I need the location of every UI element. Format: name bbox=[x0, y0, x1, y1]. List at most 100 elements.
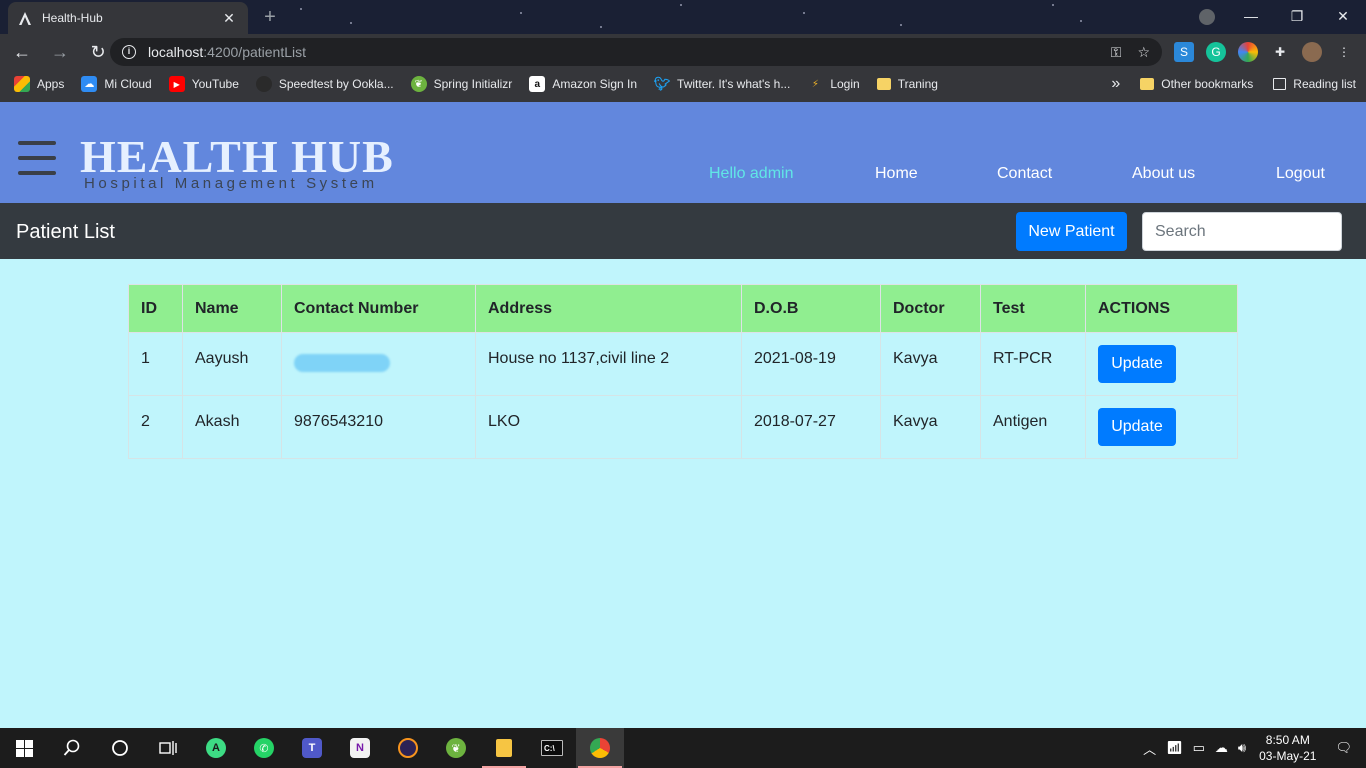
file-explorer-icon[interactable] bbox=[480, 728, 528, 768]
bookmark-item[interactable]: Traning bbox=[876, 77, 938, 91]
bookmark-item[interactable]: ⚡ Login bbox=[807, 76, 860, 92]
onenote-icon[interactable]: N bbox=[336, 728, 384, 768]
bookmark-label: Login bbox=[830, 77, 860, 91]
speedtest-icon bbox=[255, 76, 272, 92]
cell-name: Akash bbox=[182, 395, 282, 459]
bookmark-item[interactable]: Speedtest by Ookla... bbox=[255, 76, 394, 92]
bookmark-star-icon[interactable]: ☆ bbox=[1137, 44, 1150, 61]
browser-toolbar: ← → ↻ i localhost:4200/patientList ⚿ ☆ bbox=[0, 34, 1366, 70]
task-view-icon[interactable] bbox=[144, 728, 192, 768]
profile-avatar-icon[interactable] bbox=[1302, 42, 1322, 62]
youtube-icon: ▶ bbox=[168, 76, 185, 92]
bookmark-item[interactable]: Apps bbox=[14, 76, 64, 92]
new-tab-button[interactable]: + bbox=[258, 6, 282, 30]
wifi-icon[interactable]: 📶︎ bbox=[1166, 740, 1183, 756]
update-button[interactable]: Update bbox=[1098, 345, 1176, 383]
taskbar-clock[interactable]: 8:50 AM 03-May-21 bbox=[1259, 732, 1316, 764]
bookmark-label: Traning bbox=[897, 77, 938, 91]
bookmark-item[interactable]: 🐦︎ Twitter. It's what's h... bbox=[654, 76, 791, 92]
close-window-icon[interactable]: ✕ bbox=[1320, 0, 1366, 32]
folder-icon bbox=[876, 78, 891, 90]
folder-icon bbox=[1140, 78, 1155, 90]
system-tray: ︿ 📶︎ ▭ ☁ 🔊︎ 8:50 AM 03-May-21 🗨︎ bbox=[1138, 728, 1366, 768]
spring-tool-suite-icon[interactable]: ❦ bbox=[432, 728, 480, 768]
eclipse-icon[interactable] bbox=[384, 728, 432, 768]
extensions-puzzle-icon[interactable]: ✚ bbox=[1270, 42, 1290, 62]
bookmark-item[interactable]: ▶ YouTube bbox=[168, 76, 239, 92]
cell-name: Aayush bbox=[182, 332, 282, 396]
angular-favicon-icon bbox=[18, 11, 32, 25]
table-header-row: ID Name Contact Number Address D.O.B Doc… bbox=[128, 284, 1238, 333]
column-header-name: Name bbox=[182, 284, 282, 333]
cell-address: House no 1137,civil line 2 bbox=[475, 332, 742, 396]
cell-doctor: Kavya bbox=[880, 395, 981, 459]
column-header-dob: D.O.B bbox=[741, 284, 881, 333]
hamburger-menu-icon[interactable] bbox=[18, 139, 56, 177]
amazon-icon: a bbox=[529, 76, 546, 92]
whatsapp-icon[interactable]: ✆ bbox=[240, 728, 288, 768]
window-controls: — ❐ ✕ bbox=[1228, 0, 1366, 32]
android-studio-icon[interactable]: A bbox=[192, 728, 240, 768]
windows-taskbar: A ✆ T N ❦ C:\ ︿ 📶︎ ▭ ☁ 🔊︎ 8:50 AM 03-May… bbox=[0, 728, 1366, 768]
skype-extension-icon[interactable]: S bbox=[1174, 42, 1194, 62]
bookmark-item[interactable]: a Amazon Sign In bbox=[529, 76, 637, 92]
search-icon[interactable] bbox=[48, 728, 96, 768]
column-header-address: Address bbox=[475, 284, 742, 333]
nav-home[interactable]: Home bbox=[875, 165, 918, 183]
table-row: 2 Akash 9876543210 LKO 2018-07-27 Kavya … bbox=[128, 395, 1238, 459]
cell-actions: Update bbox=[1085, 332, 1238, 396]
tab-close-icon[interactable]: ✕ bbox=[220, 9, 238, 27]
show-hidden-icons-icon[interactable]: ︿ bbox=[1143, 739, 1156, 758]
browser-tab-strip: Health-Hub ✕ + — ❐ ✕ bbox=[0, 0, 1366, 34]
cell-contact-redacted bbox=[281, 332, 476, 396]
bookmark-item[interactable]: ❦ Spring Initializr bbox=[410, 76, 512, 92]
cell-actions: Update bbox=[1085, 395, 1238, 459]
address-bar[interactable]: i localhost:4200/patientList ⚿ ☆ bbox=[110, 38, 1162, 66]
command-prompt-icon[interactable]: C:\ bbox=[528, 728, 576, 768]
page-title: Patient List bbox=[16, 221, 115, 243]
tab-search-icon[interactable] bbox=[1199, 9, 1215, 25]
chrome-taskbar-icon[interactable] bbox=[576, 728, 624, 768]
notifications-icon[interactable]: 🗨︎ bbox=[1335, 740, 1352, 756]
nav-about-us[interactable]: About us bbox=[1132, 165, 1195, 183]
patient-table: ID Name Contact Number Address D.O.B Doc… bbox=[128, 284, 1238, 459]
teams-icon[interactable]: T bbox=[288, 728, 336, 768]
cortana-icon[interactable] bbox=[96, 728, 144, 768]
battery-icon[interactable]: ▭ bbox=[1193, 740, 1205, 756]
search-input[interactable] bbox=[1142, 212, 1342, 251]
forward-icon[interactable]: → bbox=[44, 38, 76, 66]
cell-dob: 2018-07-27 bbox=[741, 395, 881, 459]
reading-list-label: Reading list bbox=[1293, 77, 1356, 91]
column-header-test: Test bbox=[980, 284, 1086, 333]
volume-icon[interactable]: 🔊︎ bbox=[1238, 740, 1246, 756]
browser-tab-active[interactable]: Health-Hub ✕ bbox=[8, 2, 248, 34]
apps-grid-icon bbox=[14, 76, 30, 92]
column-header-actions: ACTIONS bbox=[1085, 284, 1238, 333]
chrome-menu-icon[interactable]: ⋮ bbox=[1334, 42, 1354, 62]
reading-list[interactable]: Reading list bbox=[1273, 77, 1356, 91]
nav-hello-admin[interactable]: Hello admin bbox=[709, 165, 793, 183]
restore-icon[interactable]: ❐ bbox=[1274, 0, 1320, 32]
password-key-icon[interactable]: ⚿ bbox=[1111, 44, 1122, 61]
nav-logout[interactable]: Logout bbox=[1276, 165, 1325, 183]
bookmarks-overflow-icon[interactable]: » bbox=[1111, 75, 1120, 93]
site-info-icon[interactable]: i bbox=[122, 45, 136, 59]
update-button[interactable]: Update bbox=[1098, 408, 1176, 446]
cell-doctor: Kavya bbox=[880, 332, 981, 396]
windows-start-icon[interactable] bbox=[0, 728, 48, 768]
column-header-id: ID bbox=[128, 284, 183, 333]
tab-title: Health-Hub bbox=[42, 11, 103, 25]
minimize-icon[interactable]: — bbox=[1228, 0, 1274, 32]
new-patient-button[interactable]: New Patient bbox=[1016, 212, 1127, 251]
cell-id: 1 bbox=[128, 332, 183, 396]
back-icon[interactable]: ← bbox=[6, 38, 38, 66]
bookmark-item[interactable]: ☁ Mi Cloud bbox=[81, 76, 152, 92]
other-bookmarks[interactable]: Other bookmarks bbox=[1140, 77, 1253, 91]
nav-contact[interactable]: Contact bbox=[997, 165, 1052, 183]
brand-subtitle: Hospital Management System bbox=[84, 175, 378, 192]
onedrive-icon[interactable]: ☁ bbox=[1215, 740, 1228, 756]
color-picker-extension-icon[interactable] bbox=[1238, 42, 1258, 62]
bookmark-label: Speedtest by Ookla... bbox=[278, 77, 394, 91]
cell-dob: 2021-08-19 bbox=[741, 332, 881, 396]
grammarly-extension-icon[interactable]: G bbox=[1206, 42, 1226, 62]
